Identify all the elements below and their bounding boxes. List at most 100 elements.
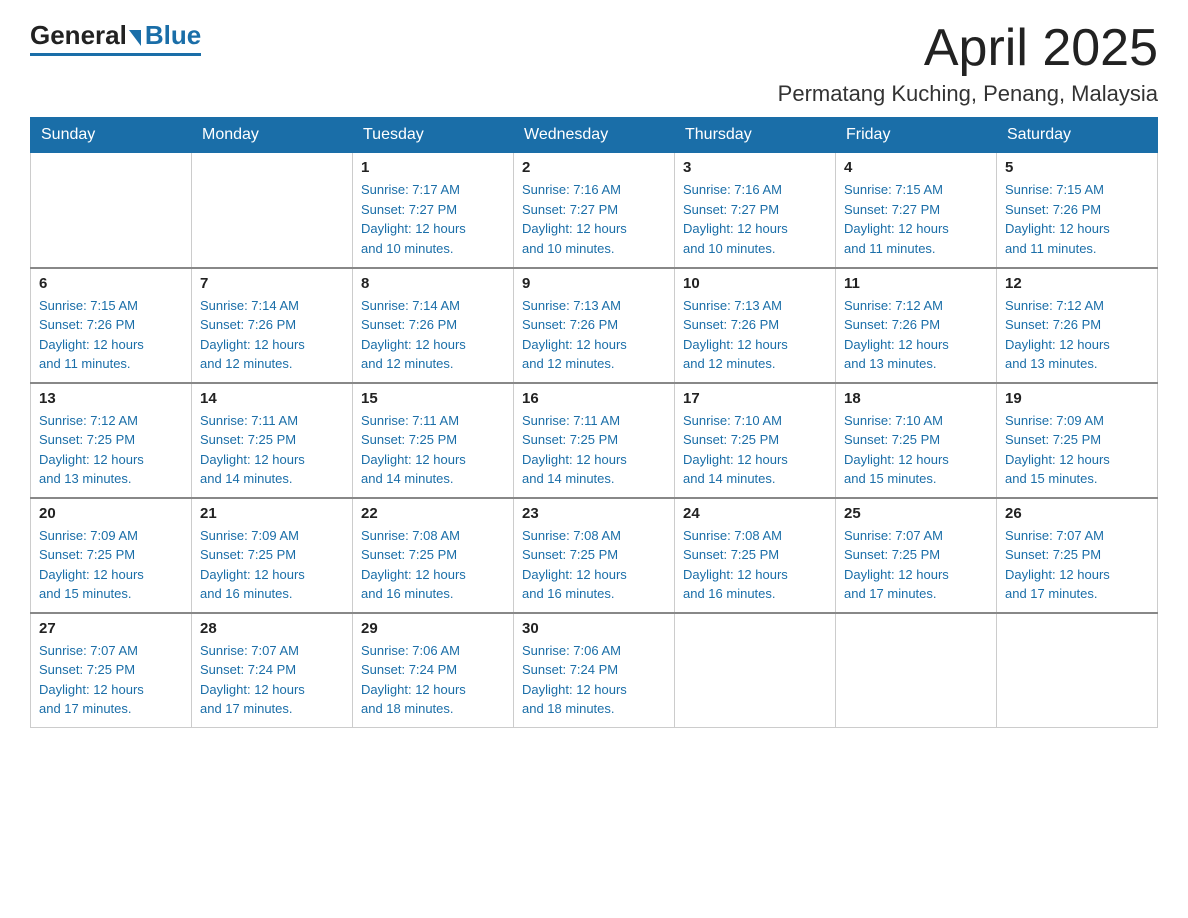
day-info: Sunrise: 7:10 AM Sunset: 7:25 PM Dayligh… [683, 411, 827, 489]
day-info: Sunrise: 7:15 AM Sunset: 7:27 PM Dayligh… [844, 180, 988, 258]
day-number: 9 [522, 275, 666, 292]
day-header-tuesday: Tuesday [353, 118, 514, 153]
calendar-cell: 9 Sunrise: 7:13 AM Sunset: 7:26 PM Daylig… [514, 268, 675, 383]
calendar-cell [997, 613, 1158, 728]
logo-underline [30, 53, 201, 56]
day-info: Sunrise: 7:16 AM Sunset: 7:27 PM Dayligh… [683, 180, 827, 258]
calendar-cell: 4Sunrise: 7:15 AM Sunset: 7:27 PM Daylig… [836, 153, 997, 268]
calendar-cell: 22 Sunrise: 7:08 AM Sunset: 7:25 PM Dayli… [353, 498, 514, 613]
day-number: 29 [361, 620, 505, 637]
calendar-cell: 17 Sunrise: 7:10 AM Sunset: 7:25 PM Dayli… [675, 383, 836, 498]
day-number: 5 [1005, 159, 1149, 176]
day-number: 15 [361, 390, 505, 407]
calendar-cell: 27 Sunrise: 7:07 AM Sunset: 7:25 PM Dayli… [31, 613, 192, 728]
calendar-table: SundayMondayTuesdayWednesdayThursdayFrid… [30, 117, 1158, 728]
day-header-sunday: Sunday [31, 118, 192, 153]
logo: General Blue [30, 20, 201, 56]
day-info: Sunrise: 7:11 AM Sunset: 7:25 PM Dayligh… [522, 411, 666, 489]
day-info: Sunrise: 7:06 AM Sunset: 7:24 PM Dayligh… [361, 641, 505, 719]
day-number: 12 [1005, 275, 1149, 292]
calendar-cell: 6Sunrise: 7:15 AM Sunset: 7:26 PM Daylig… [31, 268, 192, 383]
day-number: 19 [1005, 390, 1149, 407]
calendar-cell: 21 Sunrise: 7:09 AM Sunset: 7:25 PM Dayli… [192, 498, 353, 613]
page-title: April 2025 [778, 20, 1158, 77]
calendar-body: 1 Sunrise: 7:17 AM Sunset: 7:27 PM Daylig… [31, 153, 1158, 728]
day-number: 18 [844, 390, 988, 407]
calendar-cell: 19 Sunrise: 7:09 AM Sunset: 7:25 PM Dayli… [997, 383, 1158, 498]
day-info: Sunrise: 7:14 AM Sunset: 7:26 PM Dayligh… [361, 296, 505, 374]
calendar-cell: 30Sunrise: 7:06 AM Sunset: 7:24 PM Dayli… [514, 613, 675, 728]
day-info: Sunrise: 7:13 AM Sunset: 7:26 PM Dayligh… [522, 296, 666, 374]
calendar-cell [836, 613, 997, 728]
day-info: Sunrise: 7:12 AM Sunset: 7:26 PM Dayligh… [844, 296, 988, 374]
day-info: Sunrise: 7:10 AM Sunset: 7:25 PM Dayligh… [844, 411, 988, 489]
calendar-cell: 10Sunrise: 7:13 AM Sunset: 7:26 PM Dayli… [675, 268, 836, 383]
day-header-wednesday: Wednesday [514, 118, 675, 153]
day-info: Sunrise: 7:12 AM Sunset: 7:25 PM Dayligh… [39, 411, 183, 489]
day-info: Sunrise: 7:09 AM Sunset: 7:25 PM Dayligh… [39, 526, 183, 604]
day-header-saturday: Saturday [997, 118, 1158, 153]
day-number: 2 [522, 159, 666, 176]
day-info: Sunrise: 7:08 AM Sunset: 7:25 PM Dayligh… [361, 526, 505, 604]
day-info: Sunrise: 7:14 AM Sunset: 7:26 PM Dayligh… [200, 296, 344, 374]
day-info: Sunrise: 7:07 AM Sunset: 7:25 PM Dayligh… [1005, 526, 1149, 604]
day-info: Sunrise: 7:17 AM Sunset: 7:27 PM Dayligh… [361, 180, 505, 258]
calendar-cell [675, 613, 836, 728]
calendar-cell: 23Sunrise: 7:08 AM Sunset: 7:25 PM Dayli… [514, 498, 675, 613]
calendar-cell: 24Sunrise: 7:08 AM Sunset: 7:25 PM Dayli… [675, 498, 836, 613]
day-number: 1 [361, 159, 505, 176]
day-number: 13 [39, 390, 183, 407]
day-number: 20 [39, 505, 183, 522]
calendar-cell [192, 153, 353, 268]
day-info: Sunrise: 7:07 AM Sunset: 7:25 PM Dayligh… [39, 641, 183, 719]
week-row-3: 13 Sunrise: 7:12 AM Sunset: 7:25 PM Dayli… [31, 383, 1158, 498]
calendar-cell: 20 Sunrise: 7:09 AM Sunset: 7:25 PM Dayli… [31, 498, 192, 613]
title-block: April 2025 Permatang Kuching, Penang, Ma… [778, 20, 1158, 107]
week-row-2: 6Sunrise: 7:15 AM Sunset: 7:26 PM Daylig… [31, 268, 1158, 383]
day-info: Sunrise: 7:12 AM Sunset: 7:26 PM Dayligh… [1005, 296, 1149, 374]
day-number: 26 [1005, 505, 1149, 522]
calendar-cell: 18 Sunrise: 7:10 AM Sunset: 7:25 PM Dayli… [836, 383, 997, 498]
calendar-cell: 12 Sunrise: 7:12 AM Sunset: 7:26 PM Dayli… [997, 268, 1158, 383]
day-number: 27 [39, 620, 183, 637]
day-header-friday: Friday [836, 118, 997, 153]
day-number: 24 [683, 505, 827, 522]
week-row-1: 1 Sunrise: 7:17 AM Sunset: 7:27 PM Daylig… [31, 153, 1158, 268]
day-info: Sunrise: 7:06 AM Sunset: 7:24 PM Dayligh… [522, 641, 666, 719]
header-row: SundayMondayTuesdayWednesdayThursdayFrid… [31, 118, 1158, 153]
day-info: Sunrise: 7:09 AM Sunset: 7:25 PM Dayligh… [1005, 411, 1149, 489]
week-row-4: 20 Sunrise: 7:09 AM Sunset: 7:25 PM Dayli… [31, 498, 1158, 613]
day-number: 7 [200, 275, 344, 292]
calendar-cell: 29 Sunrise: 7:06 AM Sunset: 7:24 PM Dayli… [353, 613, 514, 728]
day-number: 21 [200, 505, 344, 522]
calendar-cell: 3 Sunrise: 7:16 AM Sunset: 7:27 PM Daylig… [675, 153, 836, 268]
logo-blue-text: Blue [145, 20, 201, 51]
day-info: Sunrise: 7:11 AM Sunset: 7:25 PM Dayligh… [361, 411, 505, 489]
page-subtitle: Permatang Kuching, Penang, Malaysia [778, 81, 1158, 107]
day-number: 28 [200, 620, 344, 637]
calendar-cell: 11Sunrise: 7:12 AM Sunset: 7:26 PM Dayli… [836, 268, 997, 383]
day-info: Sunrise: 7:16 AM Sunset: 7:27 PM Dayligh… [522, 180, 666, 258]
calendar-cell: 28Sunrise: 7:07 AM Sunset: 7:24 PM Dayli… [192, 613, 353, 728]
day-number: 22 [361, 505, 505, 522]
day-number: 17 [683, 390, 827, 407]
day-info: Sunrise: 7:11 AM Sunset: 7:25 PM Dayligh… [200, 411, 344, 489]
day-info: Sunrise: 7:15 AM Sunset: 7:26 PM Dayligh… [1005, 180, 1149, 258]
calendar-cell: 14 Sunrise: 7:11 AM Sunset: 7:25 PM Dayli… [192, 383, 353, 498]
calendar-cell: 25Sunrise: 7:07 AM Sunset: 7:25 PM Dayli… [836, 498, 997, 613]
day-info: Sunrise: 7:09 AM Sunset: 7:25 PM Dayligh… [200, 526, 344, 604]
calendar-cell: 16 Sunrise: 7:11 AM Sunset: 7:25 PM Dayli… [514, 383, 675, 498]
day-header-thursday: Thursday [675, 118, 836, 153]
logo-arrow-icon [129, 30, 141, 46]
calendar-cell: 2 Sunrise: 7:16 AM Sunset: 7:27 PM Daylig… [514, 153, 675, 268]
day-number: 16 [522, 390, 666, 407]
day-header-monday: Monday [192, 118, 353, 153]
day-number: 10 [683, 275, 827, 292]
day-number: 3 [683, 159, 827, 176]
calendar-cell: 1 Sunrise: 7:17 AM Sunset: 7:27 PM Daylig… [353, 153, 514, 268]
calendar-cell [31, 153, 192, 268]
day-info: Sunrise: 7:15 AM Sunset: 7:26 PM Dayligh… [39, 296, 183, 374]
logo-general-text: General [30, 20, 127, 51]
day-number: 14 [200, 390, 344, 407]
calendar-cell: 15 Sunrise: 7:11 AM Sunset: 7:25 PM Dayli… [353, 383, 514, 498]
